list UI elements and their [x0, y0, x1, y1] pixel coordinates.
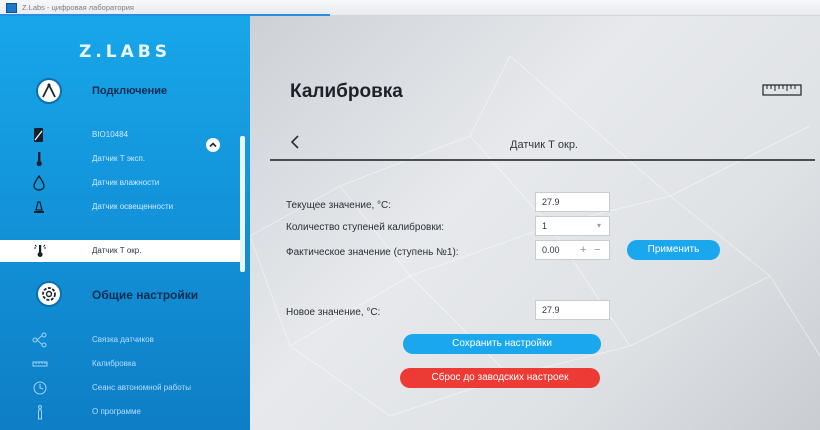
ruler-icon — [762, 83, 802, 97]
new-value-field[interactable]: 27.9 — [535, 300, 610, 320]
sidebar-item-label: Датчик Т окр. — [92, 246, 142, 255]
sidebar-item-autonomous[interactable]: Сеанс автономной работы — [0, 377, 250, 399]
sidebar-item-label: Связка датчиков — [92, 335, 154, 344]
logo: Z.LABS — [79, 42, 171, 62]
link-nodes-icon — [32, 332, 47, 348]
sidebar: Z.LABS Подключение BIO10484 Датчик Т экс… — [0, 16, 250, 430]
increment-button[interactable]: + — [580, 243, 586, 257]
sidebar-item-temp-env[interactable]: Датчик Т окр. — [0, 240, 240, 262]
sidebar-item-label: BIO10484 — [92, 130, 129, 139]
sidebar-item-calibration[interactable]: Калибровка — [0, 353, 250, 375]
connection-icon[interactable] — [36, 78, 62, 104]
settings-gear-icon[interactable] — [36, 281, 62, 307]
sidebar-item-sensor-link[interactable]: Связка датчиков — [0, 329, 250, 351]
steps-value: 1 — [542, 221, 548, 231]
dropdown-arrow-icon: ▾ — [596, 221, 601, 230]
sidebar-item-label: Сеанс автономной работы — [92, 383, 191, 392]
lamp-icon — [32, 199, 46, 215]
connection-title[interactable]: Подключение — [92, 83, 167, 99]
back-button[interactable] — [286, 132, 306, 152]
thermometer-sun-icon — [32, 243, 46, 259]
new-value-label: Новое значение, °C: — [286, 307, 381, 318]
current-value-field[interactable]: 27.9 — [535, 192, 610, 212]
sidebar-item-humidity[interactable]: Датчик влажности — [0, 172, 250, 194]
factory-reset-button[interactable]: Сброс до заводских настроек — [400, 368, 600, 388]
settings-title[interactable]: Общие настройки — [92, 287, 198, 303]
thermometer-icon — [32, 151, 46, 167]
sidebar-item-label: Калибровка — [92, 359, 137, 368]
save-settings-button[interactable]: Сохранить настройки — [403, 334, 601, 354]
page-title: Калибровка — [290, 81, 403, 102]
steps-select[interactable]: 1 ▾ — [535, 216, 610, 236]
sidebar-item-label: Датчик влажности — [92, 178, 160, 187]
decrement-button[interactable]: − — [594, 243, 600, 257]
divider — [270, 159, 815, 161]
sidebar-item-about[interactable]: О программе — [0, 401, 250, 423]
current-value-label: Текущее значение, °C: — [286, 200, 392, 211]
sidebar-item-label: О программе — [92, 407, 141, 416]
sidebar-item-light[interactable]: Датчик освещенности — [0, 196, 250, 218]
clock-icon — [32, 380, 47, 396]
main-panel: Калибровка Датчик Т окр. Текущее значени… — [250, 16, 820, 430]
window-title: Z.Labs - цифровая лаборатория — [22, 3, 134, 12]
sidebar-scrollbar[interactable] — [240, 136, 245, 272]
app-icon — [6, 3, 17, 13]
ruler-icon — [32, 356, 48, 372]
apply-button[interactable]: Применить — [627, 240, 720, 260]
sensor-title: Датчик Т окр. — [510, 139, 578, 151]
actual-value-label: Фактическое значение (ступень №1): — [286, 247, 459, 258]
title-bar: Z.Labs - цифровая лаборатория — [0, 0, 820, 16]
sidebar-item-label: Датчик освещенности — [92, 202, 174, 211]
device-icon — [32, 127, 46, 143]
info-icon — [32, 404, 46, 420]
chevron-left-icon — [290, 135, 299, 149]
actual-value-field[interactable]: 0.00 + − — [535, 240, 610, 260]
steps-label: Количество ступеней калибровки: — [286, 222, 445, 233]
sidebar-item-label: Датчик Т эксп. — [92, 154, 146, 163]
drop-icon — [32, 174, 46, 191]
sidebar-item-temp-exp[interactable]: Датчик Т эксп. — [0, 148, 250, 170]
actual-value: 0.00 — [542, 245, 560, 255]
